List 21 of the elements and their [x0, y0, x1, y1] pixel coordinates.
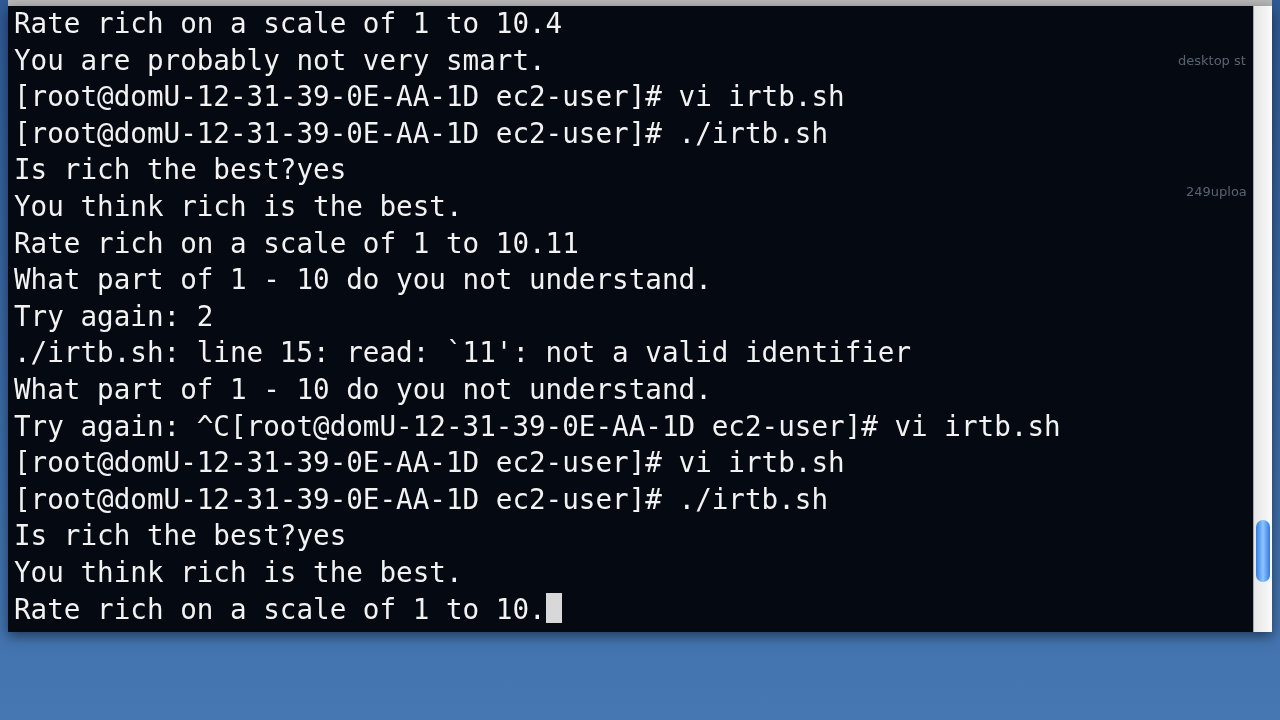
terminal-line: Rate rich on a scale of 1 to 10.	[14, 591, 562, 629]
scroll-bar[interactable]	[1253, 6, 1272, 632]
terminal-line: Rate rich on a scale of 1 to 10.11	[14, 225, 579, 262]
terminal-line: You think rich is the best.	[14, 188, 463, 225]
scroll-thumb[interactable]	[1256, 520, 1270, 582]
desktop-icon-label: desktop st	[1178, 53, 1246, 68]
terminal-line: Try again: 2	[14, 298, 214, 335]
terminal-line: You think rich is the best.	[14, 554, 463, 591]
terminal-line: You are probably not very smart.	[14, 42, 546, 79]
terminal-line: Try again: ^C[root@domU-12-31-39-0E-AA-1D ec2-user]# vi irtb.sh	[14, 408, 1061, 445]
terminal-line: [root@domU-12-31-39-0E-AA-1D ec2-user]# ./irtb.sh	[14, 481, 829, 518]
terminal-line: ./irtb.sh: line 15: read: `11': not a valid identifier	[14, 335, 912, 372]
terminal-line: Is rich the best?yes	[14, 152, 347, 189]
terminal-line: [root@domU-12-31-39-0E-AA-1D ec2-user]# vi irtb.sh	[14, 445, 845, 482]
terminal-line: What part of 1 - 10 do you not understand.	[14, 262, 712, 299]
desktop-icon-label: 249uploa	[1186, 184, 1247, 199]
terminal-line: Is rich the best?yes	[14, 518, 347, 555]
terminal-line: Rate rich on a scale of 1 to 10.4	[14, 6, 563, 42]
terminal-line: What part of 1 - 10 do you not understand.	[14, 371, 712, 408]
terminal-line: [root@domU-12-31-39-0E-AA-1D ec2-user]# vi irtb.sh	[14, 79, 845, 116]
terminal-line: [root@domU-12-31-39-0E-AA-1D ec2-user]# ./irtb.sh	[14, 115, 829, 152]
